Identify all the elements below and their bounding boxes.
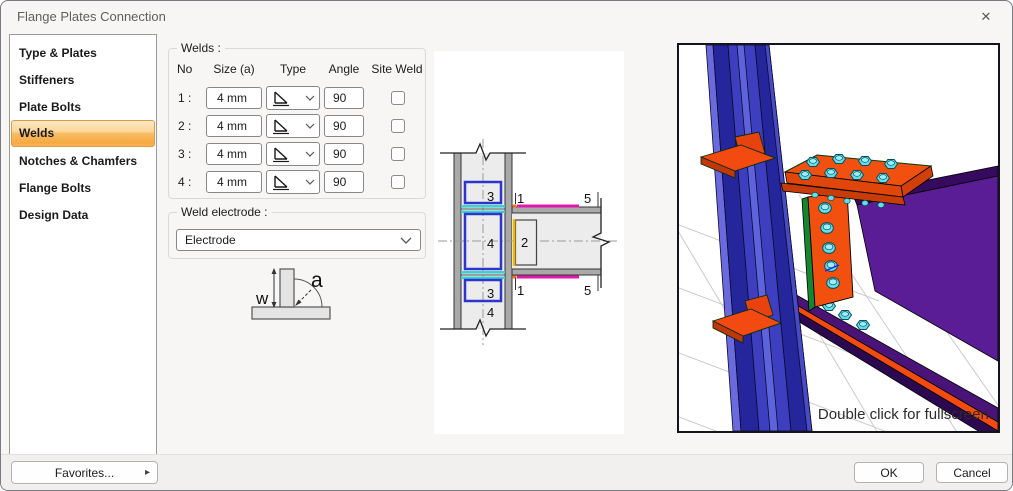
site-weld-checkbox-1[interactable] (391, 91, 405, 105)
sidebar-item-welds[interactable]: Welds (11, 120, 155, 147)
diagram-label-stiffener-mid: 4 (487, 236, 494, 251)
sidebar-item-flange-bolts[interactable]: Flange Bolts (11, 174, 155, 201)
flange-plates-connection-dialog: Flange Plates Connection ✕ Type & Plates… (0, 0, 1013, 491)
sidebar-item-type-plates[interactable]: Type & Plates (11, 39, 155, 66)
weld-size-input-3[interactable] (206, 143, 262, 165)
footer-bar: Favorites... ▸ OK Cancel (1, 454, 1012, 490)
connection-3d-render: Double click for fullscreen. (679, 45, 998, 431)
fillet-weld-icon (271, 173, 291, 191)
titlebar: Flange Plates Connection ✕ (1, 1, 1012, 33)
weld-location-diagram-panel: 3 4 3 4 1 5 2 1 5 (434, 51, 624, 434)
favorites-button[interactable]: Favorites... ▸ (11, 461, 158, 484)
col-header-angle: Angle (319, 62, 369, 76)
chevron-down-icon (305, 179, 315, 185)
fillet-weld-icon (271, 117, 291, 135)
sidebar-item-stiffeners[interactable]: Stiffeners (11, 66, 155, 93)
preview-3d-viewport[interactable]: Double click for fullscreen. (677, 43, 1000, 433)
welds-group-label: Welds : (177, 41, 225, 55)
diagram-label-stiffener-top: 3 (487, 189, 494, 204)
diagram-label-stiffener-lower: 4 (487, 305, 494, 320)
weld-throat-symbol: w a (244, 263, 339, 329)
electrode-select[interactable]: Electrode (176, 229, 421, 251)
electrode-value: Electrode (185, 233, 236, 247)
sidebar-item-plate-bolts[interactable]: Plate Bolts (11, 93, 155, 120)
weld-row-3: 3 : (169, 142, 425, 166)
weld-electrode-group: Weld electrode : Electrode (168, 212, 426, 259)
col-header-no: No (177, 62, 199, 76)
weld-type-select-2[interactable] (266, 114, 320, 138)
weld-angle-input-2[interactable] (324, 115, 364, 137)
weld-row-2-no: 2 : (178, 114, 202, 138)
fillet-weld-icon (271, 145, 291, 163)
weld-type-select-3[interactable] (266, 142, 320, 166)
weld-throat-diagram: w a (244, 263, 339, 329)
col-header-site-weld: Site Weld (370, 62, 424, 76)
weld-type-select-1[interactable] (266, 86, 320, 110)
sidebar-item-notches-chamfers[interactable]: Notches & Chamfers (11, 147, 155, 174)
ok-button[interactable]: OK (854, 462, 924, 483)
chevron-down-icon (305, 151, 315, 157)
weld-angle-input-3[interactable] (324, 143, 364, 165)
favorites-label: Favorites... (55, 466, 114, 480)
weld-location-diagram: 3 4 3 4 1 5 2 1 5 (434, 51, 624, 434)
diagram-label-top-left: 1 (517, 191, 524, 206)
chevron-down-icon (305, 123, 315, 129)
a-label: a (311, 269, 323, 292)
welds-group: Welds : No Size (a) Type Angle Site Weld… (168, 48, 426, 199)
diagram-label-web: 2 (521, 235, 528, 250)
diagram-label-bottom-right: 5 (584, 283, 591, 298)
weld-size-input-4[interactable] (206, 171, 262, 193)
fullscreen-hint: Double click for fullscreen. (818, 406, 993, 423)
weld-angle-input-4[interactable] (324, 171, 364, 193)
weld-row-1: 1 : (169, 86, 425, 110)
weld-size-input-1[interactable] (206, 87, 262, 109)
weld-type-select-4[interactable] (266, 170, 320, 194)
close-icon[interactable]: ✕ (972, 6, 1000, 28)
site-weld-checkbox-2[interactable] (391, 119, 405, 133)
chevron-down-icon (305, 95, 315, 101)
col-header-type: Type (265, 62, 321, 76)
weld-angle-input-1[interactable] (324, 87, 364, 109)
col-header-size: Size (a) (205, 62, 263, 76)
favorites-arrow-icon: ▸ (145, 462, 150, 483)
site-weld-checkbox-4[interactable] (391, 175, 405, 189)
dialog-title: Flange Plates Connection (17, 1, 166, 33)
weld-electrode-group-label: Weld electrode : (177, 205, 272, 219)
cancel-button[interactable]: Cancel (936, 462, 1008, 483)
weld-row-1-no: 1 : (178, 86, 202, 110)
fillet-weld-icon (271, 89, 291, 107)
weld-size-input-2[interactable] (206, 115, 262, 137)
sidebar-item-design-data[interactable]: Design Data (11, 201, 155, 228)
weld-row-4: 4 : (169, 170, 425, 194)
diagram-label-stiffener-bottom: 3 (487, 286, 494, 301)
end-plate-3d (802, 191, 853, 311)
diagram-label-bottom-left: 1 (517, 283, 524, 298)
weld-row-4-no: 4 : (178, 170, 202, 194)
site-weld-checkbox-3[interactable] (391, 147, 405, 161)
weld-row-3-no: 3 : (178, 142, 202, 166)
weld-row-2: 2 : (169, 114, 425, 138)
w-label: w (255, 289, 269, 308)
chevron-down-icon (400, 237, 412, 244)
diagram-label-top-right: 5 (584, 191, 591, 206)
settings-sidebar: Type & Plates Stiffeners Plate Bolts Wel… (9, 34, 157, 456)
